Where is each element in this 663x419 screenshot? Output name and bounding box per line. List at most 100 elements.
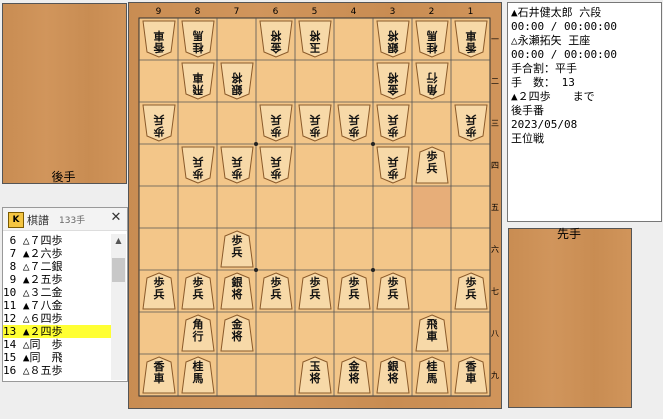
piece-label: 角行 <box>426 71 438 96</box>
kifu-move-row[interactable]: 10 △３二金 <box>3 286 111 299</box>
piece-label: 桂馬 <box>192 360 204 385</box>
sente-piece[interactable]: 歩兵 <box>336 272 372 310</box>
gote-piece[interactable]: 歩兵 <box>336 104 372 142</box>
kifu-move-list[interactable]: 6 △７四歩 7 ▲２六歩 8 △７二銀 9 ▲２五歩 10 △３二金 11 ▲７八… <box>3 234 111 380</box>
kifu-move-row[interactable]: 16 △８五歩 <box>3 364 111 377</box>
sente-piece[interactable]: 歩兵 <box>375 272 411 310</box>
sente-piece[interactable]: 歩兵 <box>180 272 216 310</box>
kifu-titlebar[interactable]: K 棋譜 133手 ✕ <box>3 208 127 231</box>
sente-piece[interactable]: 金将 <box>336 356 372 394</box>
kifu-move-row[interactable]: 13 ▲２四歩 <box>3 325 111 338</box>
piece-label: 桂馬 <box>426 360 438 385</box>
gote-piece[interactable]: 歩兵 <box>141 104 177 142</box>
piece-label: 歩兵 <box>387 276 399 301</box>
gote-piece[interactable]: 金将 <box>375 62 411 100</box>
close-icon[interactable]: ✕ <box>107 209 125 227</box>
info-line: 後手番 <box>511 104 544 117</box>
info-line: 手 数： 13 <box>511 76 575 89</box>
kifu-move-row[interactable]: 7 ▲２六歩 <box>3 247 111 260</box>
sente-piece[interactable]: 角行 <box>180 314 216 352</box>
rank-label: 三 <box>491 119 499 128</box>
piece-label: 歩兵 <box>231 234 243 259</box>
sente-piece[interactable]: 桂馬 <box>180 356 216 394</box>
piece-label: 飛車 <box>192 71 204 96</box>
sente-piece[interactable]: 銀将 <box>375 356 411 394</box>
kifu-move-row[interactable]: 8 △７二銀 <box>3 260 111 273</box>
gote-komadai[interactable] <box>2 3 127 184</box>
gote-piece[interactable]: 金将 <box>258 20 294 58</box>
highlight-square <box>412 186 451 228</box>
piece-label: 歩兵 <box>348 276 360 301</box>
piece-label: 金将 <box>348 360 360 385</box>
sente-komadai[interactable] <box>508 228 632 408</box>
shogi-board[interactable]: 987654321一二三四五六七八九 香車桂馬金将玉将銀将桂馬香車飛車銀将金将角… <box>128 2 502 409</box>
piece-label: 歩兵 <box>270 113 282 138</box>
gote-piece[interactable]: 銀将 <box>219 62 255 100</box>
kifu-app-icon: K <box>8 212 24 228</box>
sente-piece[interactable]: 玉将 <box>297 356 333 394</box>
gote-piece[interactable]: 香車 <box>141 20 177 58</box>
piece-label: 玉将 <box>309 360 321 385</box>
gote-piece[interactable]: 歩兵 <box>258 104 294 142</box>
sente-piece[interactable]: 桂馬 <box>414 356 450 394</box>
kifu-move-row[interactable]: 15 ▲同 飛 <box>3 351 111 364</box>
kifu-window[interactable]: K 棋譜 133手 ✕ 6 △７四歩 7 ▲２六歩 8 △７二銀 9 ▲２五歩 1… <box>2 207 128 382</box>
info-line: 00:00 / 00:00:00 <box>511 20 617 33</box>
gote-piece[interactable]: 玉将 <box>297 20 333 58</box>
gote-piece[interactable]: 歩兵 <box>375 146 411 184</box>
rank-label: 四 <box>491 161 499 170</box>
kifu-move-row[interactable]: 9 ▲２五歩 <box>3 273 111 286</box>
piece-label: 歩兵 <box>153 113 165 138</box>
gote-piece[interactable]: 香車 <box>453 20 489 58</box>
gote-piece[interactable]: 歩兵 <box>219 146 255 184</box>
gote-piece[interactable]: 桂馬 <box>414 20 450 58</box>
gote-piece[interactable]: 銀将 <box>375 20 411 58</box>
scroll-up-icon[interactable]: ▲ <box>111 234 126 248</box>
sente-piece[interactable]: 金将 <box>219 314 255 352</box>
kifu-move-row[interactable]: 14 △同 歩 <box>3 338 111 351</box>
piece-label: 桂馬 <box>192 29 204 54</box>
gote-piece[interactable]: 歩兵 <box>453 104 489 142</box>
sente-piece[interactable]: 歩兵 <box>258 272 294 310</box>
gote-piece[interactable]: 歩兵 <box>375 104 411 142</box>
piece-label: 歩兵 <box>465 113 477 138</box>
piece-label: 歩兵 <box>153 276 165 301</box>
info-line: 2023/05/08 <box>511 118 578 131</box>
piece-label: 角行 <box>192 318 204 343</box>
gote-label: 後手 <box>51 170 76 184</box>
kifu-move-row[interactable]: 12 △６四歩 <box>3 312 111 325</box>
sente-piece[interactable]: 歩兵 <box>453 272 489 310</box>
gote-piece[interactable]: 角行 <box>414 62 450 100</box>
sente-piece[interactable]: 歩兵 <box>141 272 177 310</box>
gote-piece[interactable]: 歩兵 <box>180 146 216 184</box>
kifu-scrollbar[interactable]: ▲ <box>111 234 126 380</box>
sente-piece[interactable]: 香車 <box>141 356 177 394</box>
piece-label: 歩兵 <box>270 276 282 301</box>
info-line: ▲２四歩 まで <box>511 90 595 103</box>
piece-label: 歩兵 <box>270 155 282 180</box>
scroll-thumb[interactable] <box>112 258 125 282</box>
gote-piece[interactable]: 歩兵 <box>258 146 294 184</box>
sente-piece[interactable]: 銀将 <box>219 272 255 310</box>
kifu-move-count: 133手 <box>59 216 86 226</box>
kifu-move-row[interactable]: 11 ▲７八金 <box>3 299 111 312</box>
piece-label: 歩兵 <box>465 276 477 301</box>
piece-label: 歩兵 <box>309 276 321 301</box>
gote-piece[interactable]: 歩兵 <box>297 104 333 142</box>
rank-label: 七 <box>491 287 499 296</box>
sente-piece[interactable]: 歩兵 <box>414 146 450 184</box>
kifu-move-row[interactable]: 6 △７四歩 <box>3 234 111 247</box>
piece-label: 金将 <box>231 318 243 343</box>
sente-piece[interactable]: 飛車 <box>414 314 450 352</box>
sente-piece[interactable]: 歩兵 <box>297 272 333 310</box>
piece-label: 歩兵 <box>192 155 204 180</box>
sente-piece[interactable]: 歩兵 <box>219 230 255 268</box>
gote-piece[interactable]: 桂馬 <box>180 20 216 58</box>
file-label: 1 <box>468 7 474 17</box>
sente-piece[interactable]: 香車 <box>453 356 489 394</box>
file-label: 3 <box>390 7 396 17</box>
file-label: 6 <box>273 7 279 17</box>
gote-piece[interactable]: 飛車 <box>180 62 216 100</box>
rank-label: 九 <box>491 371 499 380</box>
piece-label: 歩兵 <box>348 113 360 138</box>
